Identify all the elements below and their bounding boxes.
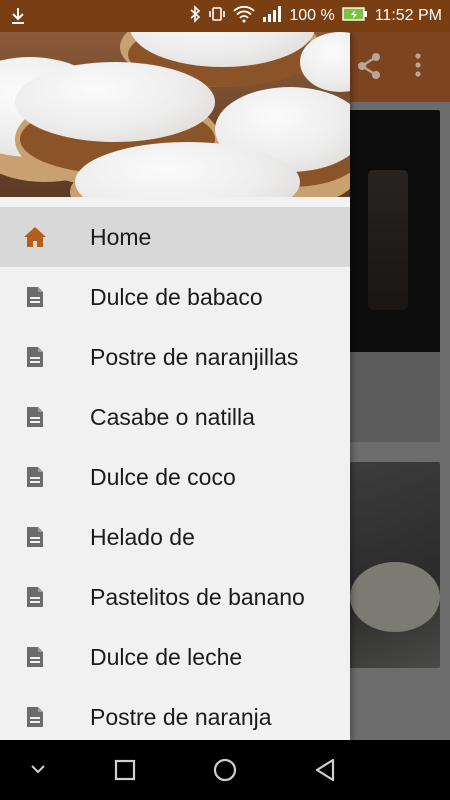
document-icon bbox=[22, 344, 48, 370]
download-icon bbox=[10, 7, 26, 30]
recipe-card-image bbox=[350, 562, 440, 632]
drawer-item-label: Pastelitos de banano bbox=[90, 584, 305, 610]
home-icon bbox=[22, 224, 48, 250]
navigation-drawer: Home Dulce de babaco Postre de naranjill… bbox=[0, 32, 350, 740]
document-icon bbox=[22, 464, 48, 490]
document-icon bbox=[22, 404, 48, 430]
drawer-item-label: Dulce de coco bbox=[90, 464, 236, 490]
drawer-menu: Home Dulce de babaco Postre de naranjill… bbox=[0, 207, 350, 740]
drawer-item-home[interactable]: Home bbox=[0, 207, 350, 267]
drawer-item-label: Postre de naranjillas bbox=[90, 344, 299, 370]
recipe-card[interactable] bbox=[340, 462, 440, 668]
drawer-item-pastelitos-de-banano[interactable]: Pastelitos de banano bbox=[0, 567, 350, 627]
clock: 11:52 PM bbox=[374, 7, 442, 24]
recipe-card[interactable] bbox=[340, 110, 440, 442]
drawer-item-helado-de[interactable]: Helado de bbox=[0, 507, 350, 567]
home-circle-icon[interactable] bbox=[213, 758, 237, 787]
drawer-item-label: Dulce de leche bbox=[90, 644, 243, 670]
status-bar: 100 % 11:52 PM bbox=[0, 0, 450, 32]
more-options-icon[interactable] bbox=[414, 52, 422, 83]
drawer-item-label: Dulce de babaco bbox=[90, 284, 263, 310]
drawer-item-dulce-de-coco[interactable]: Dulce de coco bbox=[0, 447, 350, 507]
recipe-card-image bbox=[340, 110, 440, 352]
drawer-item-dulce-de-leche[interactable]: Dulce de leche bbox=[0, 627, 350, 687]
document-icon bbox=[22, 584, 48, 610]
drawer-item-label: Postre de naranja bbox=[90, 704, 272, 730]
drawer-item-casabe-o-natilla[interactable]: Casabe o natilla bbox=[0, 387, 350, 447]
drawer-header-image bbox=[0, 32, 350, 197]
document-icon bbox=[22, 644, 48, 670]
document-icon bbox=[22, 704, 48, 730]
document-icon bbox=[22, 284, 48, 310]
document-icon bbox=[22, 524, 48, 550]
drawer-item-label: Helado de bbox=[90, 524, 195, 550]
recents-icon[interactable] bbox=[114, 759, 136, 786]
system-navigation-bar bbox=[0, 740, 450, 800]
drawer-item-dulce-de-babaco[interactable]: Dulce de babaco bbox=[0, 267, 350, 327]
drawer-item-label: Home bbox=[90, 224, 152, 250]
drawer-item-label: Casabe o natilla bbox=[90, 404, 255, 430]
share-icon[interactable] bbox=[356, 52, 382, 85]
back-icon[interactable] bbox=[313, 758, 337, 787]
wifi-icon bbox=[233, 5, 255, 28]
battery-icon bbox=[342, 6, 368, 27]
battery-percent: 100 % bbox=[289, 7, 335, 24]
signal-icon bbox=[262, 5, 282, 28]
bluetooth-icon bbox=[189, 4, 201, 28]
vibrate-icon bbox=[208, 5, 226, 28]
collapse-icon[interactable] bbox=[30, 762, 46, 780]
drawer-item-postre-de-naranja[interactable]: Postre de naranja bbox=[0, 687, 350, 740]
drawer-item-postre-de-naranjillas[interactable]: Postre de naranjillas bbox=[0, 327, 350, 387]
